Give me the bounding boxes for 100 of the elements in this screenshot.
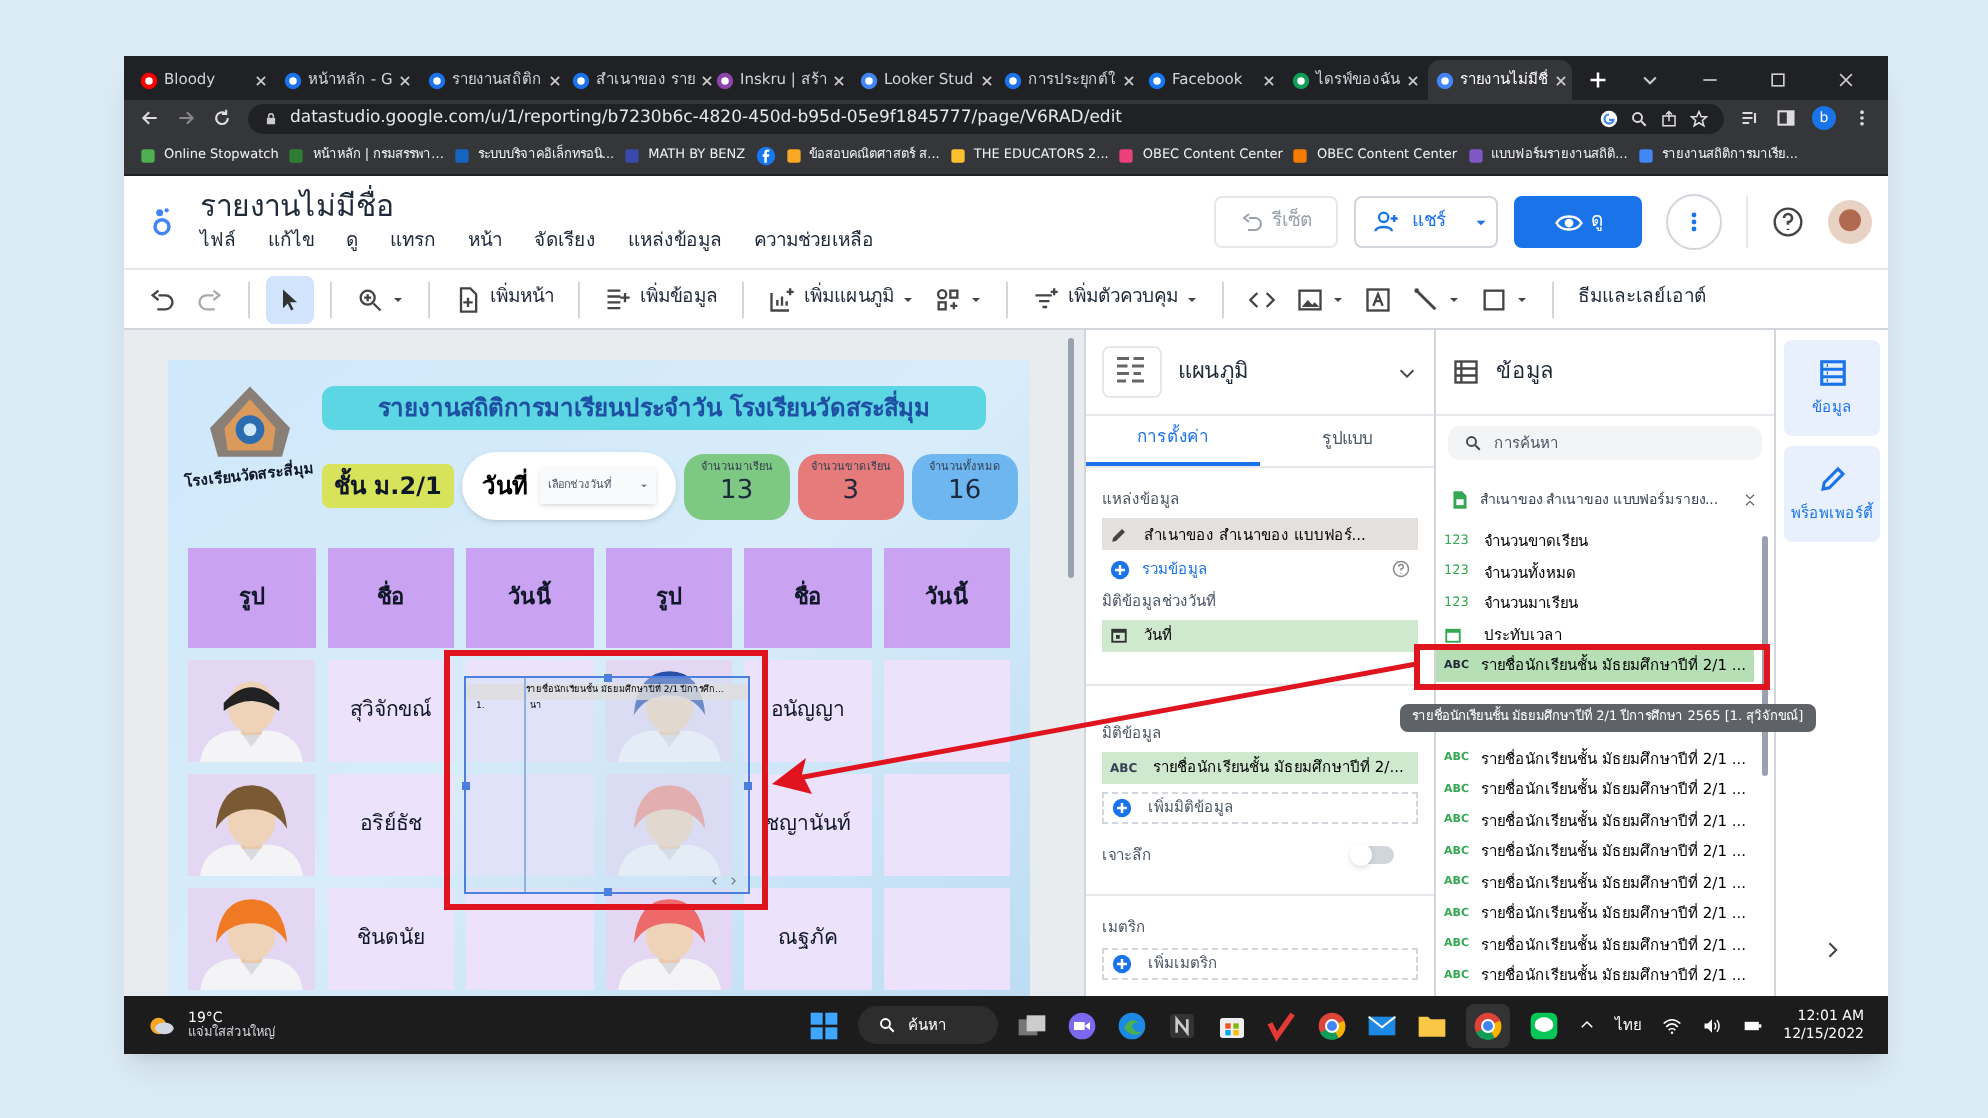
close-icon[interactable] <box>979 73 994 87</box>
panel-tab[interactable]: รูปแบบ <box>1260 416 1434 466</box>
table-cell <box>883 888 1010 990</box>
name-cell: สุวิจักขณ์ <box>327 660 454 762</box>
reload-icon[interactable] <box>212 108 232 128</box>
view-button[interactable]: ดู <box>1514 196 1642 248</box>
facebook-icon[interactable] <box>755 145 776 165</box>
menu-item[interactable]: หน้า <box>468 228 502 257</box>
close-icon[interactable] <box>254 73 268 87</box>
next-page-icon[interactable] <box>728 876 738 886</box>
collapse-icon[interactable] <box>1742 492 1758 508</box>
caret-icon <box>902 293 914 305</box>
share-icon[interactable] <box>1660 109 1678 127</box>
bookmark-favicon-icon <box>785 147 802 163</box>
browser-wave-icon[interactable] <box>1116 1009 1148 1041</box>
close-icon[interactable] <box>398 73 413 87</box>
video-chat-icon[interactable] <box>1066 1009 1098 1041</box>
redo-icon <box>196 285 224 313</box>
active-app-tile[interactable] <box>1466 1003 1510 1047</box>
close-icon[interactable] <box>548 73 562 87</box>
add-page-button[interactable]: เพิ่มหน้า <box>446 275 562 323</box>
account-avatar-icon[interactable] <box>1828 200 1872 244</box>
resize-handle[interactable] <box>604 674 612 682</box>
add-chart-button[interactable]: เพิ่มแผนภูมิ <box>760 275 922 323</box>
theme-button[interactable]: ธีมและเลย์เอาต์ <box>1570 275 1714 323</box>
resize-handle[interactable] <box>462 782 470 790</box>
site-icon <box>1004 71 1022 89</box>
table-cell <box>883 774 1010 876</box>
components-icon <box>934 285 962 313</box>
restore-icon[interactable] <box>1768 70 1788 90</box>
menu-item[interactable]: แหล่งข้อมูล <box>628 228 722 257</box>
caret-icon <box>1516 293 1528 305</box>
column-header: วันนี้ <box>883 548 1010 648</box>
chevron-up-icon[interactable] <box>1577 1016 1596 1034</box>
undo-icon <box>1240 210 1264 234</box>
site-icon <box>572 71 590 89</box>
drill-down-toggle[interactable] <box>1354 846 1394 865</box>
volume-icon[interactable] <box>1701 1015 1722 1035</box>
resize-handle[interactable] <box>744 782 752 790</box>
start-icon[interactable] <box>808 1009 840 1041</box>
add-data-button[interactable]: เพิ่มข้อมูล <box>596 275 726 323</box>
name-cell: อริย์ธัช <box>327 774 454 876</box>
site-icon <box>1436 71 1454 89</box>
pencil-icon <box>1817 463 1847 494</box>
close-icon[interactable] <box>1406 73 1420 87</box>
sidebar-icon[interactable] <box>1776 108 1796 128</box>
wifi-icon[interactable] <box>1661 1015 1682 1035</box>
menu-item[interactable]: แก้ไข <box>268 228 314 257</box>
select-tool[interactable] <box>266 275 314 323</box>
filter-icon <box>1032 285 1060 313</box>
scrollbar[interactable] <box>1068 338 1074 578</box>
star-icon[interactable] <box>1690 109 1708 127</box>
playlist-icon[interactable] <box>1740 108 1760 128</box>
column-header: รูป <box>188 548 315 648</box>
check-mark-app-icon[interactable] <box>1266 1009 1298 1041</box>
table-chart-icon[interactable] <box>1102 346 1162 398</box>
menu-item[interactable]: จัดเรียง <box>534 228 596 257</box>
caret-icon <box>1332 293 1344 305</box>
close-icon[interactable] <box>1262 73 1276 87</box>
new-tab-icon[interactable] <box>1588 70 1608 90</box>
prev-page-icon[interactable] <box>710 876 720 886</box>
square-icon <box>1480 285 1508 313</box>
report-title[interactable]: รายงานไม่มีชื่อ <box>200 187 874 225</box>
resize-handle[interactable] <box>604 888 612 896</box>
card-value: 3 <box>842 475 859 508</box>
task-view-icon[interactable] <box>1016 1009 1048 1041</box>
chrome-icon[interactable] <box>1316 1009 1348 1041</box>
undo-icon <box>148 285 176 313</box>
help-icon[interactable] <box>1772 206 1804 238</box>
close-icon[interactable] <box>1836 70 1856 90</box>
google-icon[interactable] <box>1600 109 1618 127</box>
column-header: ชื่อ <box>744 548 871 648</box>
search-icon <box>878 1016 896 1034</box>
looker-logo-icon[interactable] <box>148 204 176 240</box>
table-cell <box>883 660 1010 762</box>
notes-app-icon[interactable] <box>1166 1009 1198 1041</box>
site-icon <box>284 71 302 89</box>
close-icon[interactable] <box>1554 73 1568 87</box>
close-icon[interactable] <box>700 73 715 87</box>
forward-icon[interactable] <box>176 108 196 128</box>
lock-icon <box>264 111 278 125</box>
bookmark-favicon-icon <box>624 147 641 163</box>
chart-type-label[interactable]: แผนภูมิ <box>1178 355 1380 389</box>
menu-item[interactable]: แทรก <box>390 228 436 257</box>
class-label: ชั้น ม.2/1 <box>322 464 454 508</box>
name-cell: ชินดนัย <box>327 888 454 990</box>
close-icon[interactable] <box>832 73 847 87</box>
zoom-icon[interactable] <box>1630 109 1648 127</box>
bookmark-favicon-icon <box>288 147 305 163</box>
menu-item[interactable]: ดู <box>346 228 358 257</box>
menu-item[interactable]: ไฟล์ <box>200 228 236 257</box>
share-button[interactable]: แชร์ <box>1354 196 1498 248</box>
line-icon <box>1412 285 1440 313</box>
add-control-button[interactable]: เพิ่มตัวควบคุม <box>1024 275 1206 323</box>
menu-item[interactable]: ความช่วยเหลือ <box>754 228 874 257</box>
panel-tab[interactable]: การตั้งค่า <box>1086 416 1260 466</box>
close-icon[interactable] <box>1122 73 1136 87</box>
chat-app-icon[interactable] <box>1528 1009 1560 1041</box>
back-icon[interactable] <box>140 108 160 128</box>
address-bar[interactable]: datastudio.google.com/u/1/reporting/b7230b6c-4820-450d-b95d-05e9f1845777/page/V6RAD/edit <box>248 103 1724 133</box>
